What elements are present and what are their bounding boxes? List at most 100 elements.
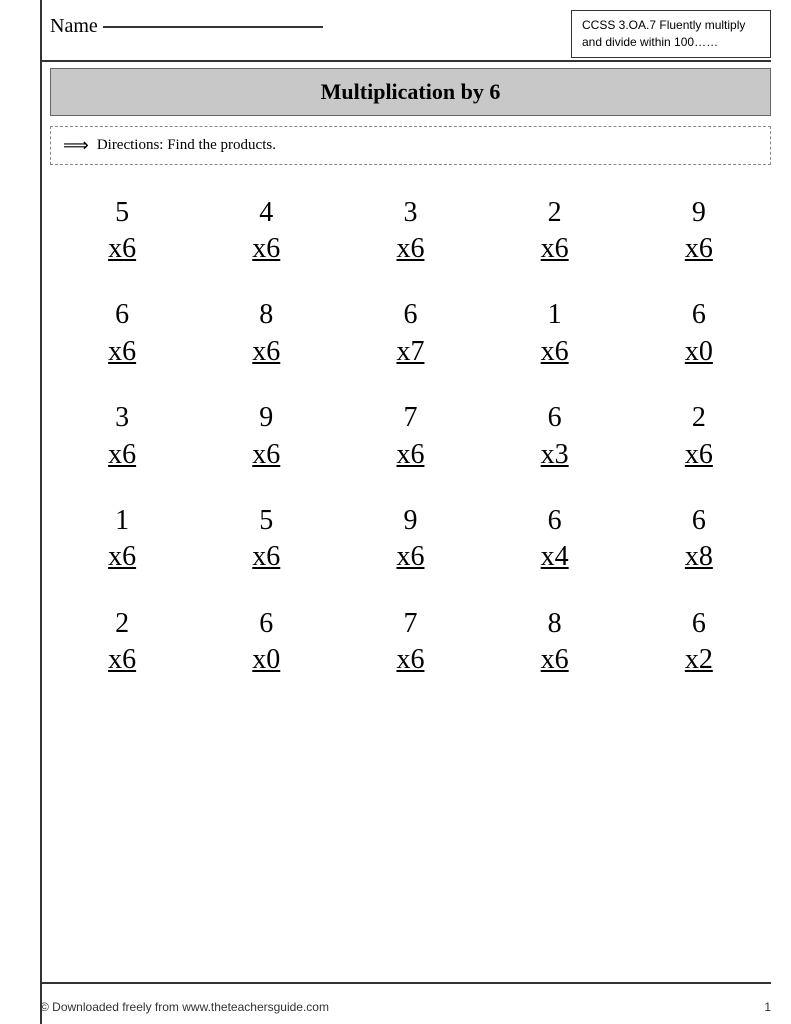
- name-field: Name: [50, 10, 323, 38]
- problem-top-number: 6: [692, 503, 706, 539]
- problem-2-3: 6x7: [360, 297, 460, 370]
- problem-multiplier: x6: [360, 437, 460, 473]
- problem-2-1: 6x6: [72, 297, 172, 370]
- problem-top-number: 7: [403, 606, 417, 642]
- problem-4-3: 9x6: [360, 503, 460, 576]
- problem-2-5: 6x0: [649, 297, 749, 370]
- problem-4-1: 1x6: [72, 503, 172, 576]
- directions-box: ⟹ Directions: Find the products.: [50, 126, 771, 165]
- problem-top-number: 1: [115, 503, 129, 539]
- problem-5-4: 8x6: [505, 606, 605, 679]
- problem-multiplier: x6: [360, 539, 460, 575]
- problem-1-1: 5x6: [72, 195, 172, 268]
- problem-2-4: 1x6: [505, 297, 605, 370]
- problem-4-2: 5x6: [216, 503, 316, 576]
- problem-4-4: 6x4: [505, 503, 605, 576]
- problem-top-number: 2: [115, 606, 129, 642]
- problems-section: 5x64x63x62x69x66x68x66x71x66x03x69x67x66…: [50, 185, 771, 689]
- problem-1-4: 2x6: [505, 195, 605, 268]
- problem-multiplier: x6: [72, 231, 172, 267]
- problem-top-number: 5: [259, 503, 273, 539]
- problem-multiplier: x6: [72, 642, 172, 678]
- problem-top-number: 6: [259, 606, 273, 642]
- problem-top-number: 3: [115, 400, 129, 436]
- problem-row-3: 3x69x67x66x32x6: [50, 400, 771, 473]
- problem-multiplier: x6: [360, 642, 460, 678]
- problem-top-number: 9: [403, 503, 417, 539]
- problem-top-number: 6: [403, 297, 417, 333]
- problem-top-number: 7: [403, 400, 417, 436]
- name-label: Name: [50, 15, 98, 37]
- problem-multiplier: x6: [505, 334, 605, 370]
- problem-row-4: 1x65x69x66x46x8: [50, 503, 771, 576]
- problem-1-5: 9x6: [649, 195, 749, 268]
- problem-multiplier: x6: [216, 437, 316, 473]
- worksheet-page: Name CCSS 3.OA.7 Fluently multiply and d…: [0, 0, 791, 1024]
- top-border: [40, 60, 771, 62]
- problem-multiplier: x6: [360, 231, 460, 267]
- problem-top-number: 6: [548, 400, 562, 436]
- problem-top-number: 1: [548, 297, 562, 333]
- problem-top-number: 8: [259, 297, 273, 333]
- directions-text: Directions: Find the products.: [97, 137, 276, 154]
- problem-multiplier: x6: [72, 539, 172, 575]
- problem-top-number: 8: [548, 606, 562, 642]
- problem-top-number: 9: [692, 195, 706, 231]
- problem-3-1: 3x6: [72, 400, 172, 473]
- problem-5-2: 6x0: [216, 606, 316, 679]
- problem-top-number: 2: [692, 400, 706, 436]
- problem-multiplier: x6: [72, 437, 172, 473]
- problem-top-number: 9: [259, 400, 273, 436]
- worksheet-title: Multiplication by 6: [50, 68, 771, 116]
- problem-3-2: 9x6: [216, 400, 316, 473]
- problem-multiplier: x0: [216, 642, 316, 678]
- standards-box: CCSS 3.OA.7 Fluently multiply and divide…: [571, 10, 771, 58]
- problem-multiplier: x6: [649, 231, 749, 267]
- problem-multiplier: x7: [360, 334, 460, 370]
- problem-top-number: 6: [692, 606, 706, 642]
- title-text: Multiplication by 6: [321, 79, 501, 104]
- footer: © Downloaded freely from www.theteachers…: [40, 1000, 771, 1014]
- standards-text: CCSS 3.OA.7 Fluently multiply and divide…: [582, 18, 745, 49]
- problem-top-number: 6: [115, 297, 129, 333]
- problem-3-3: 7x6: [360, 400, 460, 473]
- problem-multiplier: x8: [649, 539, 749, 575]
- problem-row-2: 6x68x66x71x66x0: [50, 297, 771, 370]
- problem-5-1: 2x6: [72, 606, 172, 679]
- problem-multiplier: x6: [216, 334, 316, 370]
- problem-multiplier: x0: [649, 334, 749, 370]
- problem-4-5: 6x8: [649, 503, 749, 576]
- arrow-icon: ⟹: [63, 135, 89, 156]
- problem-1-3: 3x6: [360, 195, 460, 268]
- problem-multiplier: x6: [216, 539, 316, 575]
- copyright-text: © Downloaded freely from www.theteachers…: [40, 1000, 329, 1014]
- problem-multiplier: x6: [72, 334, 172, 370]
- problem-multiplier: x6: [505, 231, 605, 267]
- problem-row-5: 2x66x07x68x66x2: [50, 606, 771, 679]
- problem-3-4: 6x3: [505, 400, 605, 473]
- name-underline: [103, 26, 323, 28]
- problem-3-5: 2x6: [649, 400, 749, 473]
- problem-top-number: 4: [259, 195, 273, 231]
- problem-top-number: 5: [115, 195, 129, 231]
- bottom-border: [40, 982, 771, 984]
- header: Name CCSS 3.OA.7 Fluently multiply and d…: [0, 0, 791, 68]
- problem-top-number: 3: [403, 195, 417, 231]
- problem-5-3: 7x6: [360, 606, 460, 679]
- problem-multiplier: x4: [505, 539, 605, 575]
- content-area: Multiplication by 6 ⟹ Directions: Find t…: [0, 68, 791, 689]
- problem-5-5: 6x2: [649, 606, 749, 679]
- problem-row-1: 5x64x63x62x69x6: [50, 195, 771, 268]
- page-number: 1: [764, 1000, 771, 1014]
- problem-2-2: 8x6: [216, 297, 316, 370]
- problem-multiplier: x2: [649, 642, 749, 678]
- problem-top-number: 6: [548, 503, 562, 539]
- left-border: [40, 0, 42, 1024]
- problem-multiplier: x6: [649, 437, 749, 473]
- problem-multiplier: x6: [216, 231, 316, 267]
- problem-1-2: 4x6: [216, 195, 316, 268]
- problem-multiplier: x3: [505, 437, 605, 473]
- problem-multiplier: x6: [505, 642, 605, 678]
- problem-top-number: 6: [692, 297, 706, 333]
- problem-top-number: 2: [548, 195, 562, 231]
